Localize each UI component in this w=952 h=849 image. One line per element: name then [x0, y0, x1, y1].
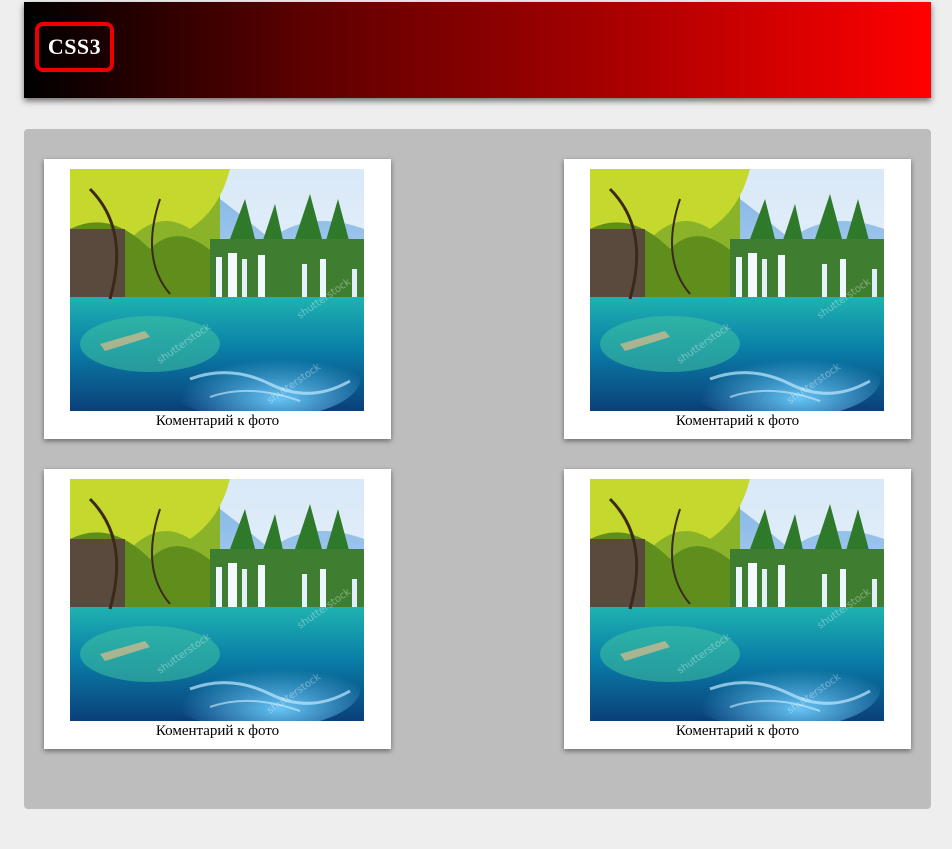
logo-css3[interactable]: CSS3: [35, 22, 114, 72]
photo-caption: Коментарий к фото: [155, 413, 280, 429]
photo-caption: Коментарий к фото: [675, 723, 800, 739]
gallery-card[interactable]: Коментарий к фото: [44, 159, 391, 439]
photo-caption: Коментарий к фото: [675, 413, 800, 429]
photo-caption: Коментарий к фото: [155, 723, 280, 739]
waterfall-lake-photo: [590, 479, 884, 721]
gallery-card[interactable]: Коментарий к фото: [44, 469, 391, 749]
waterfall-lake-photo: [590, 169, 884, 411]
gallery-card[interactable]: Коментарий к фото: [564, 469, 911, 749]
waterfall-lake-photo: [70, 169, 364, 411]
gallery-panel: Коментарий к фото Коментарий к фото Коме…: [24, 129, 931, 809]
waterfall-lake-photo: [70, 479, 364, 721]
site-header: CSS3: [24, 2, 931, 98]
gallery-card[interactable]: Коментарий к фото: [564, 159, 911, 439]
